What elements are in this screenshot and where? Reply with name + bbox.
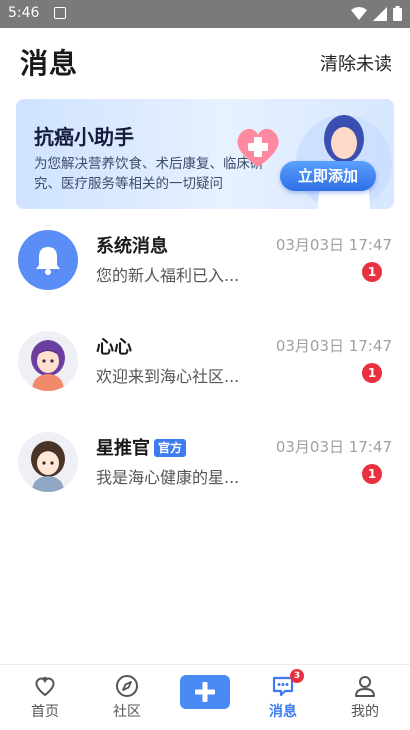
status-bar: 5:46 xyxy=(0,0,410,28)
status-time: 5:46 xyxy=(8,5,40,21)
profile-icon xyxy=(355,676,375,697)
battery-icon xyxy=(393,6,402,21)
nav-label: 我的 xyxy=(351,704,379,720)
unread-badge: 1 xyxy=(362,262,382,282)
nav-item-profile[interactable]: 我的 xyxy=(335,673,395,725)
system-avatar xyxy=(18,230,78,290)
banner-title: 抗癌小助手 xyxy=(34,125,134,149)
nav-item-messages[interactable]: 3 消息 xyxy=(253,669,313,725)
message-item-xinxin[interactable]: 心心 03月03日 17:47 欢迎来到海心社区... 1 xyxy=(0,327,410,423)
message-time: 03月03日 17:47 xyxy=(275,236,392,254)
message-sender-name: 星推官 xyxy=(96,438,150,459)
message-sender: 星推官 官方 xyxy=(96,434,187,460)
nav-label: 社区 xyxy=(113,704,141,720)
compass-icon xyxy=(116,675,138,697)
message-item-system[interactable]: 系统消息 03月03日 17:47 您的新人福利已入... 1 xyxy=(0,226,410,322)
nav-message-badge: 3 xyxy=(290,669,304,683)
message-time: 03月03日 17:47 xyxy=(275,337,392,355)
home-icon xyxy=(35,676,55,697)
message-sender: 系统消息 xyxy=(96,236,168,257)
message-sender: 心心 xyxy=(96,337,132,358)
notification-app-icon xyxy=(54,7,66,19)
girl-avatar-icon xyxy=(18,331,78,391)
medical-heart-icon xyxy=(237,128,279,167)
message-preview: 我是海心健康的星... xyxy=(96,468,240,487)
nav-item-home[interactable]: 首页 xyxy=(15,673,75,725)
unread-badge: 1 xyxy=(362,363,382,383)
official-tag: 官方 xyxy=(154,439,187,457)
message-item-xingtuiguan[interactable]: 星推官 官方 03月03日 17:47 我是海心健康的星... 1 xyxy=(0,428,410,524)
nav-label: 首页 xyxy=(31,704,59,720)
bottom-nav: 首页 社区 3 消息 我的 xyxy=(0,664,410,730)
add-assistant-button[interactable]: 立即添加 xyxy=(280,161,376,191)
assistant-banner[interactable]: 抗癌小助手 为您解决营养饮食、术后康复、临床研究、医疗服务等相关的一切疑问 立即… xyxy=(16,99,394,209)
header: 消息 清除未读 xyxy=(0,28,410,98)
message-time: 03月03日 17:47 xyxy=(275,438,392,456)
plus-icon xyxy=(195,682,215,702)
clear-unread-button[interactable]: 清除未读 xyxy=(320,50,392,76)
message-preview: 欢迎来到海心社区... xyxy=(96,367,240,386)
status-icons xyxy=(351,6,402,21)
user-avatar xyxy=(18,432,78,492)
nav-item-community[interactable]: 社区 xyxy=(97,673,157,725)
message-preview: 您的新人福利已入... xyxy=(96,266,240,285)
nav-label: 消息 xyxy=(269,704,297,720)
wifi-icon xyxy=(351,6,367,20)
user-avatar xyxy=(18,331,78,391)
bell-icon xyxy=(36,247,60,275)
doctor-illustration xyxy=(296,115,392,209)
unread-badge: 1 xyxy=(362,464,382,484)
page-title: 消息 xyxy=(20,47,79,80)
girl-avatar-2-icon xyxy=(18,432,78,492)
add-post-button[interactable] xyxy=(180,675,230,709)
signal-icon xyxy=(373,6,387,21)
